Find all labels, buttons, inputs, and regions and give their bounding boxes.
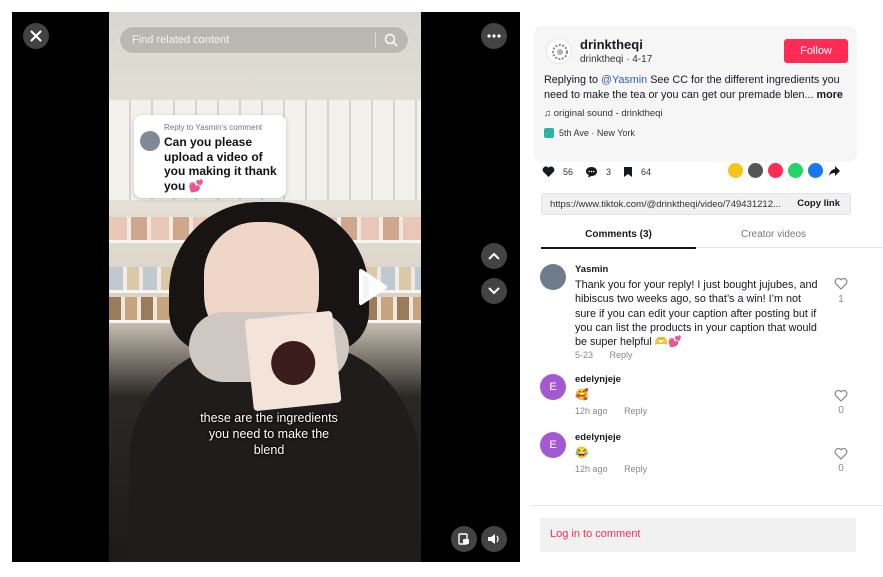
mini-player-icon (458, 533, 469, 545)
comment-text: Thank you for your reply! I just bought … (575, 279, 818, 349)
login-to-comment-button[interactable]: Log in to comment (540, 518, 856, 552)
avatar (140, 131, 160, 151)
send-to-friends-icon[interactable] (768, 163, 783, 178)
video-caption: these are the ingredients you need to ma… (169, 410, 369, 458)
search-icon[interactable] (384, 33, 398, 47)
copy-link-button[interactable]: Copy link (797, 198, 840, 209)
creator-avatar[interactable] (546, 38, 572, 64)
comment-item: E edelynjeje 🥰 12h ago Reply 0 (540, 374, 860, 420)
panel-tabs: Comments (3) Creator videos (541, 224, 883, 249)
video-link-text: https://www.tiktok.com/@drinktheqi/video… (550, 199, 781, 210)
share-options (728, 163, 841, 178)
comment-meta: 12h ago Reply (575, 464, 661, 474)
location-text: 5th Ave · New York (559, 128, 635, 138)
commenter-avatar[interactable]: E (540, 374, 566, 400)
music-title: original sound - drinktheqi (553, 108, 663, 119)
comment-item: Yasmin Thank you for your reply! I just … (540, 264, 860, 364)
next-video-button[interactable] (481, 278, 507, 304)
play-icon[interactable] (351, 267, 391, 307)
comment-meta: 5-23 Reply (575, 350, 647, 360)
chevron-up-icon (488, 252, 500, 260)
facebook-icon[interactable] (808, 163, 823, 178)
like-count: 56 (563, 167, 574, 177)
comment-like-count: 0 (838, 463, 844, 474)
video-stage: Reply to Yasmin's comment Can you please… (12, 12, 520, 562)
comment-like-icon[interactable] (834, 390, 848, 402)
caption-line: blend (253, 443, 285, 457)
close-icon (30, 30, 42, 42)
creator-username[interactable]: drinktheqi (580, 37, 643, 52)
chevron-down-icon (488, 287, 500, 295)
reply-prefix: Replying to (544, 74, 602, 86)
video-link-field[interactable]: https://www.tiktok.com/@drinktheqi/video… (541, 193, 851, 215)
search-input[interactable]: Find related content (119, 26, 409, 54)
follow-button[interactable]: Follow (784, 39, 848, 63)
product-box (244, 310, 342, 412)
save-button[interactable]: 64 (623, 166, 651, 178)
divider (375, 32, 376, 48)
commenter-avatar[interactable] (540, 264, 566, 290)
close-button[interactable] (23, 23, 49, 49)
comment-like-icon[interactable] (834, 278, 848, 290)
share-arrow-icon[interactable] (828, 165, 841, 177)
bookmark-icon (624, 167, 633, 177)
comment-like-count: 1 (838, 294, 844, 305)
more-options-button[interactable] (481, 23, 507, 49)
commenter-name[interactable]: Yasmin (575, 264, 608, 275)
engagement-bar: 56 3 64 (542, 163, 663, 181)
more-link[interactable]: more (817, 89, 843, 101)
reply-link[interactable]: Reply (624, 406, 647, 416)
embed-icon[interactable] (748, 163, 763, 178)
location-tag[interactable]: 5th Ave · New York (544, 128, 635, 138)
post-details-panel: drinktheqi drinktheqi · 4-17 Follow Repl… (530, 12, 883, 577)
commenter-name[interactable]: edelynjeje (575, 432, 621, 443)
video-frame[interactable]: Reply to Yasmin's comment Can you please… (109, 12, 421, 562)
brand-logo-icon (552, 44, 568, 60)
heart-icon (542, 166, 555, 177)
comment-button[interactable]: 3 (585, 166, 611, 178)
like-button[interactable]: 56 (542, 166, 573, 178)
tab-creator-videos[interactable]: Creator videos (696, 229, 851, 240)
reply-sticker-title: Reply to Yasmin's comment (164, 123, 263, 132)
music-row[interactable]: ♫ original sound - drinktheqi (544, 108, 663, 119)
commenter-name[interactable]: edelynjeje (575, 374, 621, 385)
caption-line: you need to make the (208, 427, 330, 441)
repost-icon[interactable] (728, 163, 743, 178)
search-placeholder: Find related content (132, 34, 230, 46)
reply-sticker-text: Can you please upload a video of you mak… (164, 135, 277, 193)
comment-count: 3 (606, 167, 612, 177)
floating-player-button[interactable] (451, 526, 477, 552)
previous-video-button[interactable] (481, 243, 507, 269)
mention-link[interactable]: @Yasmin (601, 74, 647, 86)
comment-item: E edelynjeje 😂 12h ago Reply 0 (540, 432, 860, 478)
location-icon (544, 128, 554, 138)
reply-sticker[interactable]: Reply to Yasmin's comment Can you please… (134, 115, 286, 198)
post-description: Replying to @Yasmin See CC for the diffe… (544, 73, 850, 102)
save-count: 64 (641, 167, 652, 177)
comment-date: 12h ago (575, 464, 608, 474)
comment-text: 😂 (575, 447, 589, 459)
divider (530, 505, 883, 506)
comment-meta: 12h ago Reply (575, 406, 661, 416)
more-dots-icon (487, 34, 501, 38)
music-note-icon: ♫ (544, 108, 552, 119)
volume-icon (488, 534, 499, 544)
whatsapp-icon[interactable] (788, 163, 803, 178)
product-image (269, 338, 318, 388)
comment-date: 12h ago (575, 406, 608, 416)
reply-link[interactable]: Reply (624, 464, 647, 474)
comment-like-icon[interactable] (834, 448, 848, 460)
tab-comments[interactable]: Comments (3) (541, 229, 696, 249)
post-info-card: drinktheqi drinktheqi · 4-17 Follow Repl… (534, 26, 857, 162)
comment-icon (586, 167, 598, 178)
comment-like-count: 0 (838, 405, 844, 416)
reply-link[interactable]: Reply (610, 350, 633, 360)
creator-handle-date: drinktheqi · 4-17 (580, 54, 653, 65)
comment-text: 🥰 (575, 389, 589, 401)
commenter-avatar[interactable]: E (540, 432, 566, 458)
volume-button[interactable] (481, 526, 507, 552)
comment-date: 5-23 (575, 350, 594, 360)
caption-line: these are the ingredients (200, 411, 338, 425)
